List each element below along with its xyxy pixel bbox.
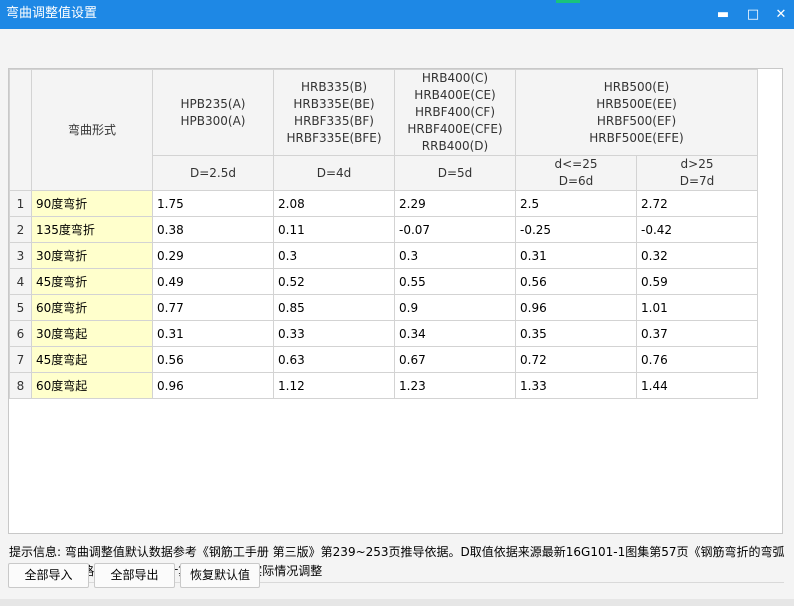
group-header-hrb500: HRB500(E) HRB500E(EE) HRBF500(EF) HRBF500E… — [515, 69, 758, 156]
import-all-button[interactable]: 全部导入 — [8, 563, 89, 588]
table-row: 2 135度弯折 0.38 0.11 -0.07 -0.25 -0.42 — [9, 216, 758, 243]
value-cell[interactable]: 0.96 — [152, 372, 274, 399]
value-cell[interactable]: 2.08 — [273, 190, 395, 217]
row-number: 1 — [9, 190, 32, 217]
title-accent-mark — [556, 0, 580, 3]
value-cell[interactable]: -0.25 — [515, 216, 637, 243]
value-cell[interactable]: 0.76 — [636, 346, 758, 373]
value-cell[interactable]: 0.11 — [273, 216, 395, 243]
table-row: 6 30度弯起 0.31 0.33 0.34 0.35 0.37 — [9, 320, 758, 347]
value-cell[interactable]: 0.49 — [152, 268, 274, 295]
table-row: 5 60度弯折 0.77 0.85 0.9 0.96 1.01 — [9, 294, 758, 321]
table-row: 3 30度弯折 0.29 0.3 0.3 0.31 0.32 — [9, 242, 758, 269]
value-cell[interactable]: 0.38 — [152, 216, 274, 243]
bend-shape-cell[interactable]: 30度弯起 — [31, 320, 153, 347]
bend-adjust-table-panel: 弯曲形式 HPB235(A) HPB300(A) HRB335(B) HRB335E… — [8, 68, 783, 534]
value-cell[interactable]: 0.63 — [273, 346, 395, 373]
row-number: 4 — [9, 268, 32, 295]
value-cell[interactable]: 0.52 — [273, 268, 395, 295]
value-cell[interactable]: 0.37 — [636, 320, 758, 347]
title-bar: 弯曲调整值设置 ▬ □ ✕ — [0, 0, 794, 29]
group-header-hrb335: HRB335(B) HRB335E(BE) HRBF335(BF) HRBF335E… — [273, 69, 395, 156]
value-cell[interactable]: -0.07 — [394, 216, 516, 243]
value-cell[interactable]: 0.56 — [152, 346, 274, 373]
d-header-hrb335: D=4d — [273, 155, 395, 191]
value-cell[interactable]: 2.72 — [636, 190, 758, 217]
value-cell[interactable]: -0.42 — [636, 216, 758, 243]
export-all-button[interactable]: 全部导出 — [94, 563, 175, 588]
value-cell[interactable]: 0.96 — [515, 294, 637, 321]
group-header-hpb: HPB235(A) HPB300(A) — [152, 69, 274, 156]
row-number: 5 — [9, 294, 32, 321]
value-cell[interactable]: 1.44 — [636, 372, 758, 399]
row-number: 3 — [9, 242, 32, 269]
value-cell[interactable]: 1.01 — [636, 294, 758, 321]
value-cell[interactable]: 1.12 — [273, 372, 395, 399]
d-header-hrb500-small: d<=25 D=6d — [515, 155, 637, 191]
row-number: 7 — [9, 346, 32, 373]
bend-shape-cell[interactable]: 90度弯折 — [31, 190, 153, 217]
value-cell[interactable]: 0.85 — [273, 294, 395, 321]
value-cell[interactable]: 0.72 — [515, 346, 637, 373]
close-icon[interactable]: ✕ — [766, 0, 794, 29]
value-cell[interactable]: 0.3 — [394, 242, 516, 269]
row-number: 2 — [9, 216, 32, 243]
row-number: 8 — [9, 372, 32, 399]
d-header-hpb: D=2.5d — [152, 155, 274, 191]
value-cell[interactable]: 1.33 — [515, 372, 637, 399]
bottom-edge — [0, 599, 794, 606]
bend-shape-cell[interactable]: 60度弯起 — [31, 372, 153, 399]
table-row: 4 45度弯折 0.49 0.52 0.55 0.56 0.59 — [9, 268, 758, 295]
value-cell[interactable]: 0.77 — [152, 294, 274, 321]
table-row: 1 90度弯折 1.75 2.08 2.29 2.5 2.72 — [9, 190, 758, 217]
value-cell[interactable]: 2.5 — [515, 190, 637, 217]
restore-default-button[interactable]: 恢复默认值 — [180, 563, 260, 588]
value-cell[interactable]: 0.34 — [394, 320, 516, 347]
bend-adjust-table: 弯曲形式 HPB235(A) HPB300(A) HRB335(B) HRB335E… — [9, 69, 758, 399]
window-title: 弯曲调整值设置 — [6, 6, 98, 21]
group-header-hrb400: HRB400(C) HRB400E(CE) HRBF400(CF) HRBF400E… — [394, 69, 516, 156]
value-cell[interactable]: 0.9 — [394, 294, 516, 321]
bend-shape-cell[interactable]: 45度弯起 — [31, 346, 153, 373]
row-number: 6 — [9, 320, 32, 347]
bend-shape-cell[interactable]: 60度弯折 — [31, 294, 153, 321]
value-cell[interactable]: 0.33 — [273, 320, 395, 347]
value-cell[interactable]: 0.31 — [152, 320, 274, 347]
minimize-icon[interactable]: ▬ — [708, 0, 738, 29]
d-header-hrb400: D=5d — [394, 155, 516, 191]
table-row: 8 60度弯起 0.96 1.12 1.23 1.33 1.44 — [9, 372, 758, 399]
shape-column-header: 弯曲形式 — [31, 69, 153, 191]
value-cell[interactable]: 0.35 — [515, 320, 637, 347]
d-header-hrb500-large: d>25 D=7d — [636, 155, 758, 191]
value-cell[interactable]: 0.56 — [515, 268, 637, 295]
dialog-body: 弯曲形式 HPB235(A) HPB300(A) HRB335(B) HRB335E… — [0, 29, 794, 606]
maximize-icon[interactable]: □ — [738, 0, 768, 29]
bend-shape-cell[interactable]: 45度弯折 — [31, 268, 153, 295]
value-cell[interactable]: 0.3 — [273, 242, 395, 269]
table-row: 7 45度弯起 0.56 0.63 0.67 0.72 0.76 — [9, 346, 758, 373]
value-cell[interactable]: 0.55 — [394, 268, 516, 295]
corner-header — [9, 69, 32, 191]
value-cell[interactable]: 0.67 — [394, 346, 516, 373]
value-cell[interactable]: 2.29 — [394, 190, 516, 217]
value-cell[interactable]: 0.31 — [515, 242, 637, 269]
value-cell[interactable]: 1.23 — [394, 372, 516, 399]
value-cell[interactable]: 0.59 — [636, 268, 758, 295]
bend-shape-cell[interactable]: 135度弯折 — [31, 216, 153, 243]
bend-shape-cell[interactable]: 30度弯折 — [31, 242, 153, 269]
value-cell[interactable]: 0.29 — [152, 242, 274, 269]
value-cell[interactable]: 1.75 — [152, 190, 274, 217]
value-cell[interactable]: 0.32 — [636, 242, 758, 269]
